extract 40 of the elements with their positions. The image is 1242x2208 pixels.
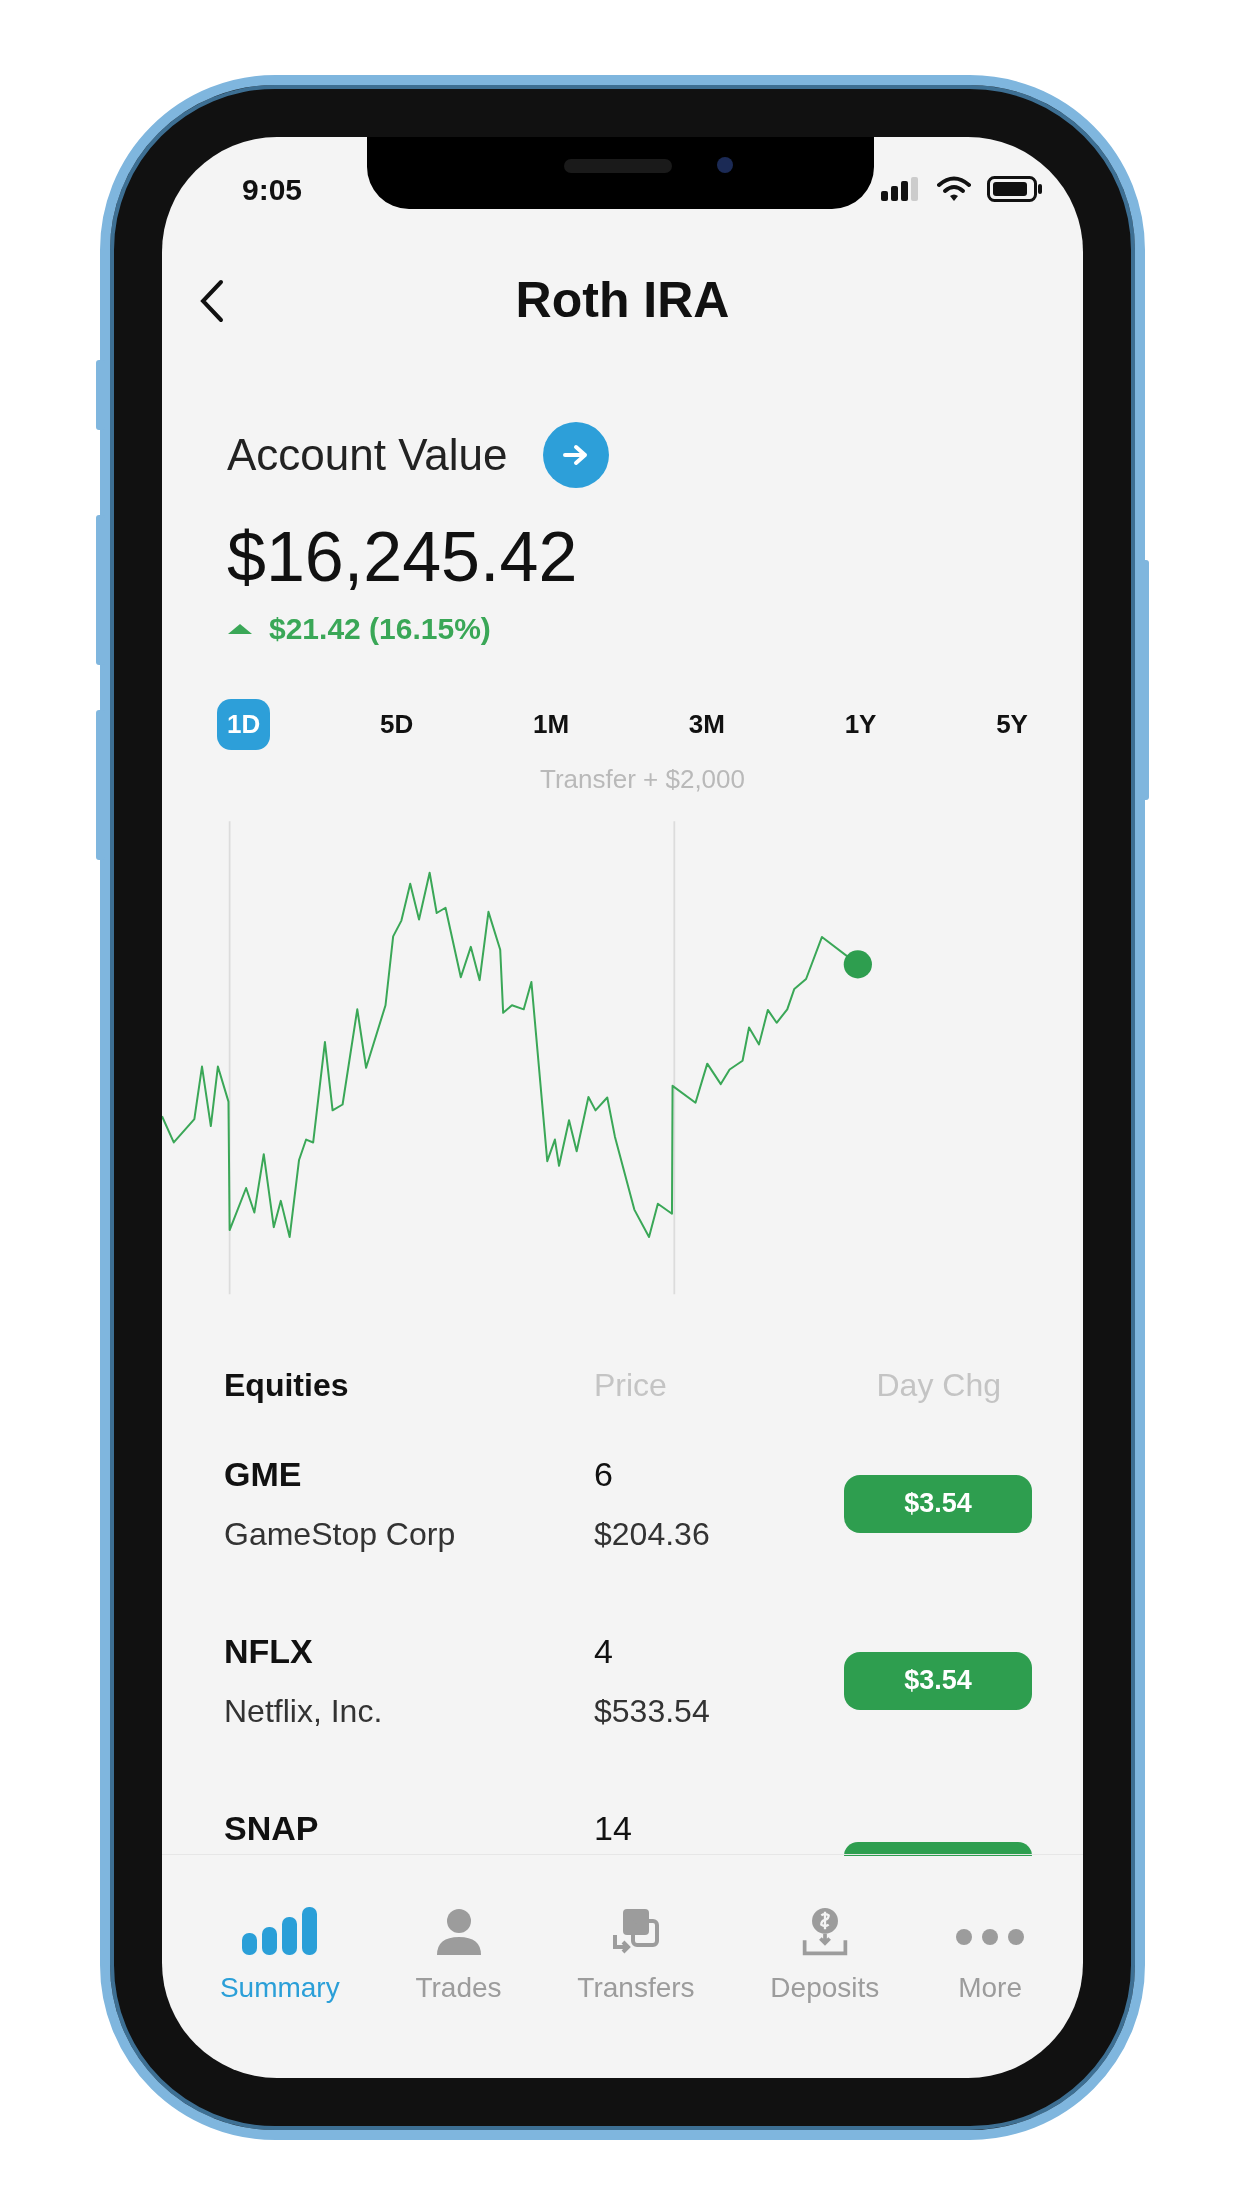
stock-price: $533.54 <box>594 1692 711 1732</box>
tab-bar-item[interactable]: Deposits <box>764 1907 886 2018</box>
range-tab[interactable]: 1D <box>217 699 271 751</box>
stock-price: $204.36 <box>594 1515 711 1555</box>
back-button[interactable] <box>200 279 224 324</box>
share-count: 4 <box>594 1631 614 1673</box>
wifi-icon <box>937 176 971 203</box>
bar-chart-icon <box>239 1907 320 1958</box>
more-dots-icon <box>955 1929 1026 1946</box>
value-change: $21.42 (16.15%) <box>269 611 491 648</box>
tab-bar-item[interactable]: Summary <box>213 1907 346 2018</box>
day-change-button[interactable]: $3.54 <box>844 1651 1032 1710</box>
back-chevron-icon <box>200 279 224 324</box>
page-title: Roth IRA <box>515 271 730 331</box>
share-count: 14 <box>594 1808 633 1850</box>
stock-symbol: SNAP <box>224 1808 320 1850</box>
stock-symbol: NFLX <box>224 1631 314 1673</box>
range-tab[interactable]: 1M <box>522 699 580 751</box>
tab-bar-item[interactable]: Transfers <box>571 1907 701 2018</box>
status-time: 9:05 <box>242 171 303 208</box>
range-tab[interactable]: 5Y <box>986 699 1038 751</box>
account-value: $16,245.42 <box>227 522 579 593</box>
range-tab[interactable]: 5D <box>369 699 424 751</box>
tab-bar-item[interactable]: More <box>949 1907 1032 2018</box>
stock-symbol: GME <box>224 1454 303 1496</box>
day-change-button[interactable]: $3.54 <box>844 1474 1032 1533</box>
account-value-label: Account Value <box>227 429 508 482</box>
range-tab[interactable]: 3M <box>678 699 735 751</box>
chart-annotation: Transfer + $2,000 <box>540 764 745 795</box>
signal-icon <box>881 177 921 202</box>
column-header: Equities <box>224 1366 350 1406</box>
share-count: 6 <box>594 1454 614 1496</box>
company-name: GameStop Corp <box>224 1515 457 1555</box>
camera-dot <box>717 157 733 173</box>
up-triangle-icon <box>227 622 253 635</box>
battery-icon <box>987 176 1043 203</box>
company-name: Netflix, Inc. <box>224 1692 384 1732</box>
arrow-right-icon <box>563 444 590 467</box>
range-tab[interactable]: 1Y <box>834 699 887 751</box>
tab-bar-item[interactable]: Trades <box>409 1907 508 2018</box>
